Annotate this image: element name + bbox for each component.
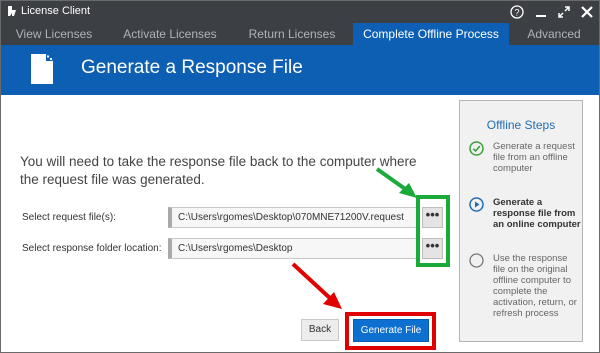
page-banner: Generate a Response File (1, 45, 599, 95)
tab-return-licenses[interactable]: Return Licenses (233, 23, 351, 45)
maximize-icon[interactable] (554, 2, 574, 22)
generate-button-highlight (345, 312, 436, 350)
offline-steps-panel: Offline Steps Generate a request file fr… (459, 100, 583, 342)
offline-steps-heading: Offline Steps (486, 118, 556, 132)
red-arrow-icon (291, 262, 342, 309)
tab-bar: View Licenses Activate Licenses Return L… (1, 23, 599, 45)
tab-advanced[interactable]: Advanced (509, 23, 599, 45)
request-file-input[interactable]: C:\Users\rgomes\Desktop\070MNE71200V.req… (168, 207, 417, 228)
step-text: Generate a request file from an offline … (493, 141, 575, 174)
help-icon[interactable]: ? (507, 2, 527, 22)
minimize-icon[interactable] (531, 2, 551, 22)
step-text: Use the response file on the original of… (493, 253, 577, 319)
window-title: License Client (21, 5, 91, 17)
browse-buttons-highlight (416, 195, 450, 267)
play-circle-icon (469, 197, 484, 212)
empty-circle-icon (469, 253, 484, 268)
request-file-label: Select request file(s): (22, 212, 116, 223)
back-button[interactable]: Back (301, 319, 339, 341)
page-title: Generate a Response File (81, 57, 303, 78)
tab-view-licenses[interactable]: View Licenses (1, 23, 107, 45)
response-folder-label: Select response folder location: (22, 243, 162, 254)
tab-activate-licenses[interactable]: Activate Licenses (107, 23, 233, 45)
license-client-window: License Client ? View Licenses Activate … (0, 0, 600, 353)
document-icon (31, 54, 53, 84)
check-circle-icon (469, 141, 484, 156)
step-text: Generate a response file from an online … (493, 197, 581, 230)
app-logo-icon (8, 6, 16, 16)
title-bar: License Client ? (1, 1, 599, 23)
instructions-text: You will need to take the response file … (20, 154, 417, 187)
tab-complete-offline-process[interactable]: Complete Offline Process (353, 23, 509, 45)
response-folder-input[interactable]: C:\Users\rgomes\Desktop (168, 238, 417, 259)
svg-text:?: ? (514, 8, 519, 18)
close-icon[interactable] (577, 2, 597, 22)
